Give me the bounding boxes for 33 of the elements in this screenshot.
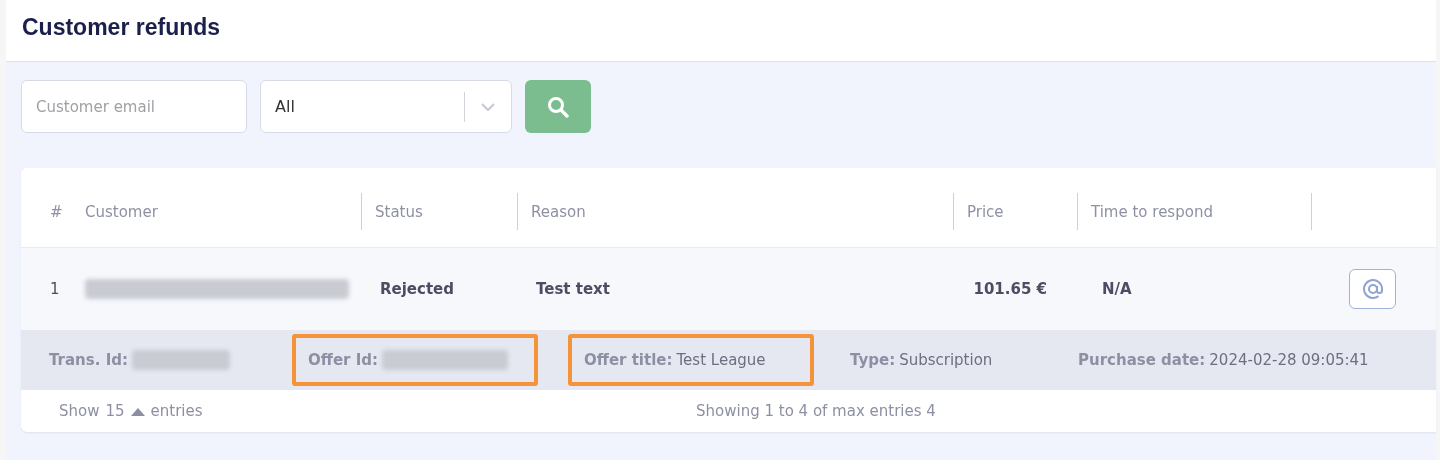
email-field[interactable]: Customer email [21, 80, 247, 133]
table-cell: 1 [50, 280, 60, 298]
column-header[interactable]: Reason [531, 202, 586, 221]
footer-label: Show [59, 402, 100, 420]
search-icon [547, 95, 569, 118]
email-button[interactable] [1349, 269, 1396, 309]
table-cell: Test text [536, 280, 610, 298]
column-header[interactable]: Status [375, 202, 423, 221]
page-size-select[interactable]: 15 [105, 402, 145, 420]
column-header[interactable]: Customer [85, 202, 158, 221]
footer-label: entries [150, 402, 203, 420]
entries-summary: Showing 1 to 4 of max entries 4 [696, 402, 936, 420]
column-header[interactable]: Time to respond [1091, 202, 1213, 221]
triangle-up-icon [130, 406, 145, 416]
table-cell: 101.65 € [973, 280, 1047, 298]
detail-label: Offer title: [584, 351, 673, 369]
at-sign-icon [1361, 278, 1384, 300]
column-header[interactable]: # [50, 202, 63, 221]
column-header[interactable]: Price [967, 202, 1004, 221]
search-button[interactable] [525, 80, 591, 133]
status-select[interactable]: All [260, 80, 512, 133]
detail-label: Type: [850, 351, 896, 369]
detail-label: Offer Id: [308, 351, 378, 369]
page-title: Customer refunds [22, 14, 221, 41]
table-row[interactable]: 1 Rejected Test text 101.65 € N/A [21, 248, 1436, 330]
table-cell: N/A [1102, 280, 1132, 298]
table-cell: Rejected [380, 280, 454, 298]
detail-label: Trans. Id: [49, 351, 128, 369]
chevron-down-icon [481, 102, 495, 111]
detail-value: Test League [676, 351, 766, 369]
detail-value: 2024-02-28 09:05:41 [1209, 351, 1369, 369]
detail-value: Subscription [899, 351, 993, 369]
detail-label: Purchase date: [1078, 351, 1206, 369]
